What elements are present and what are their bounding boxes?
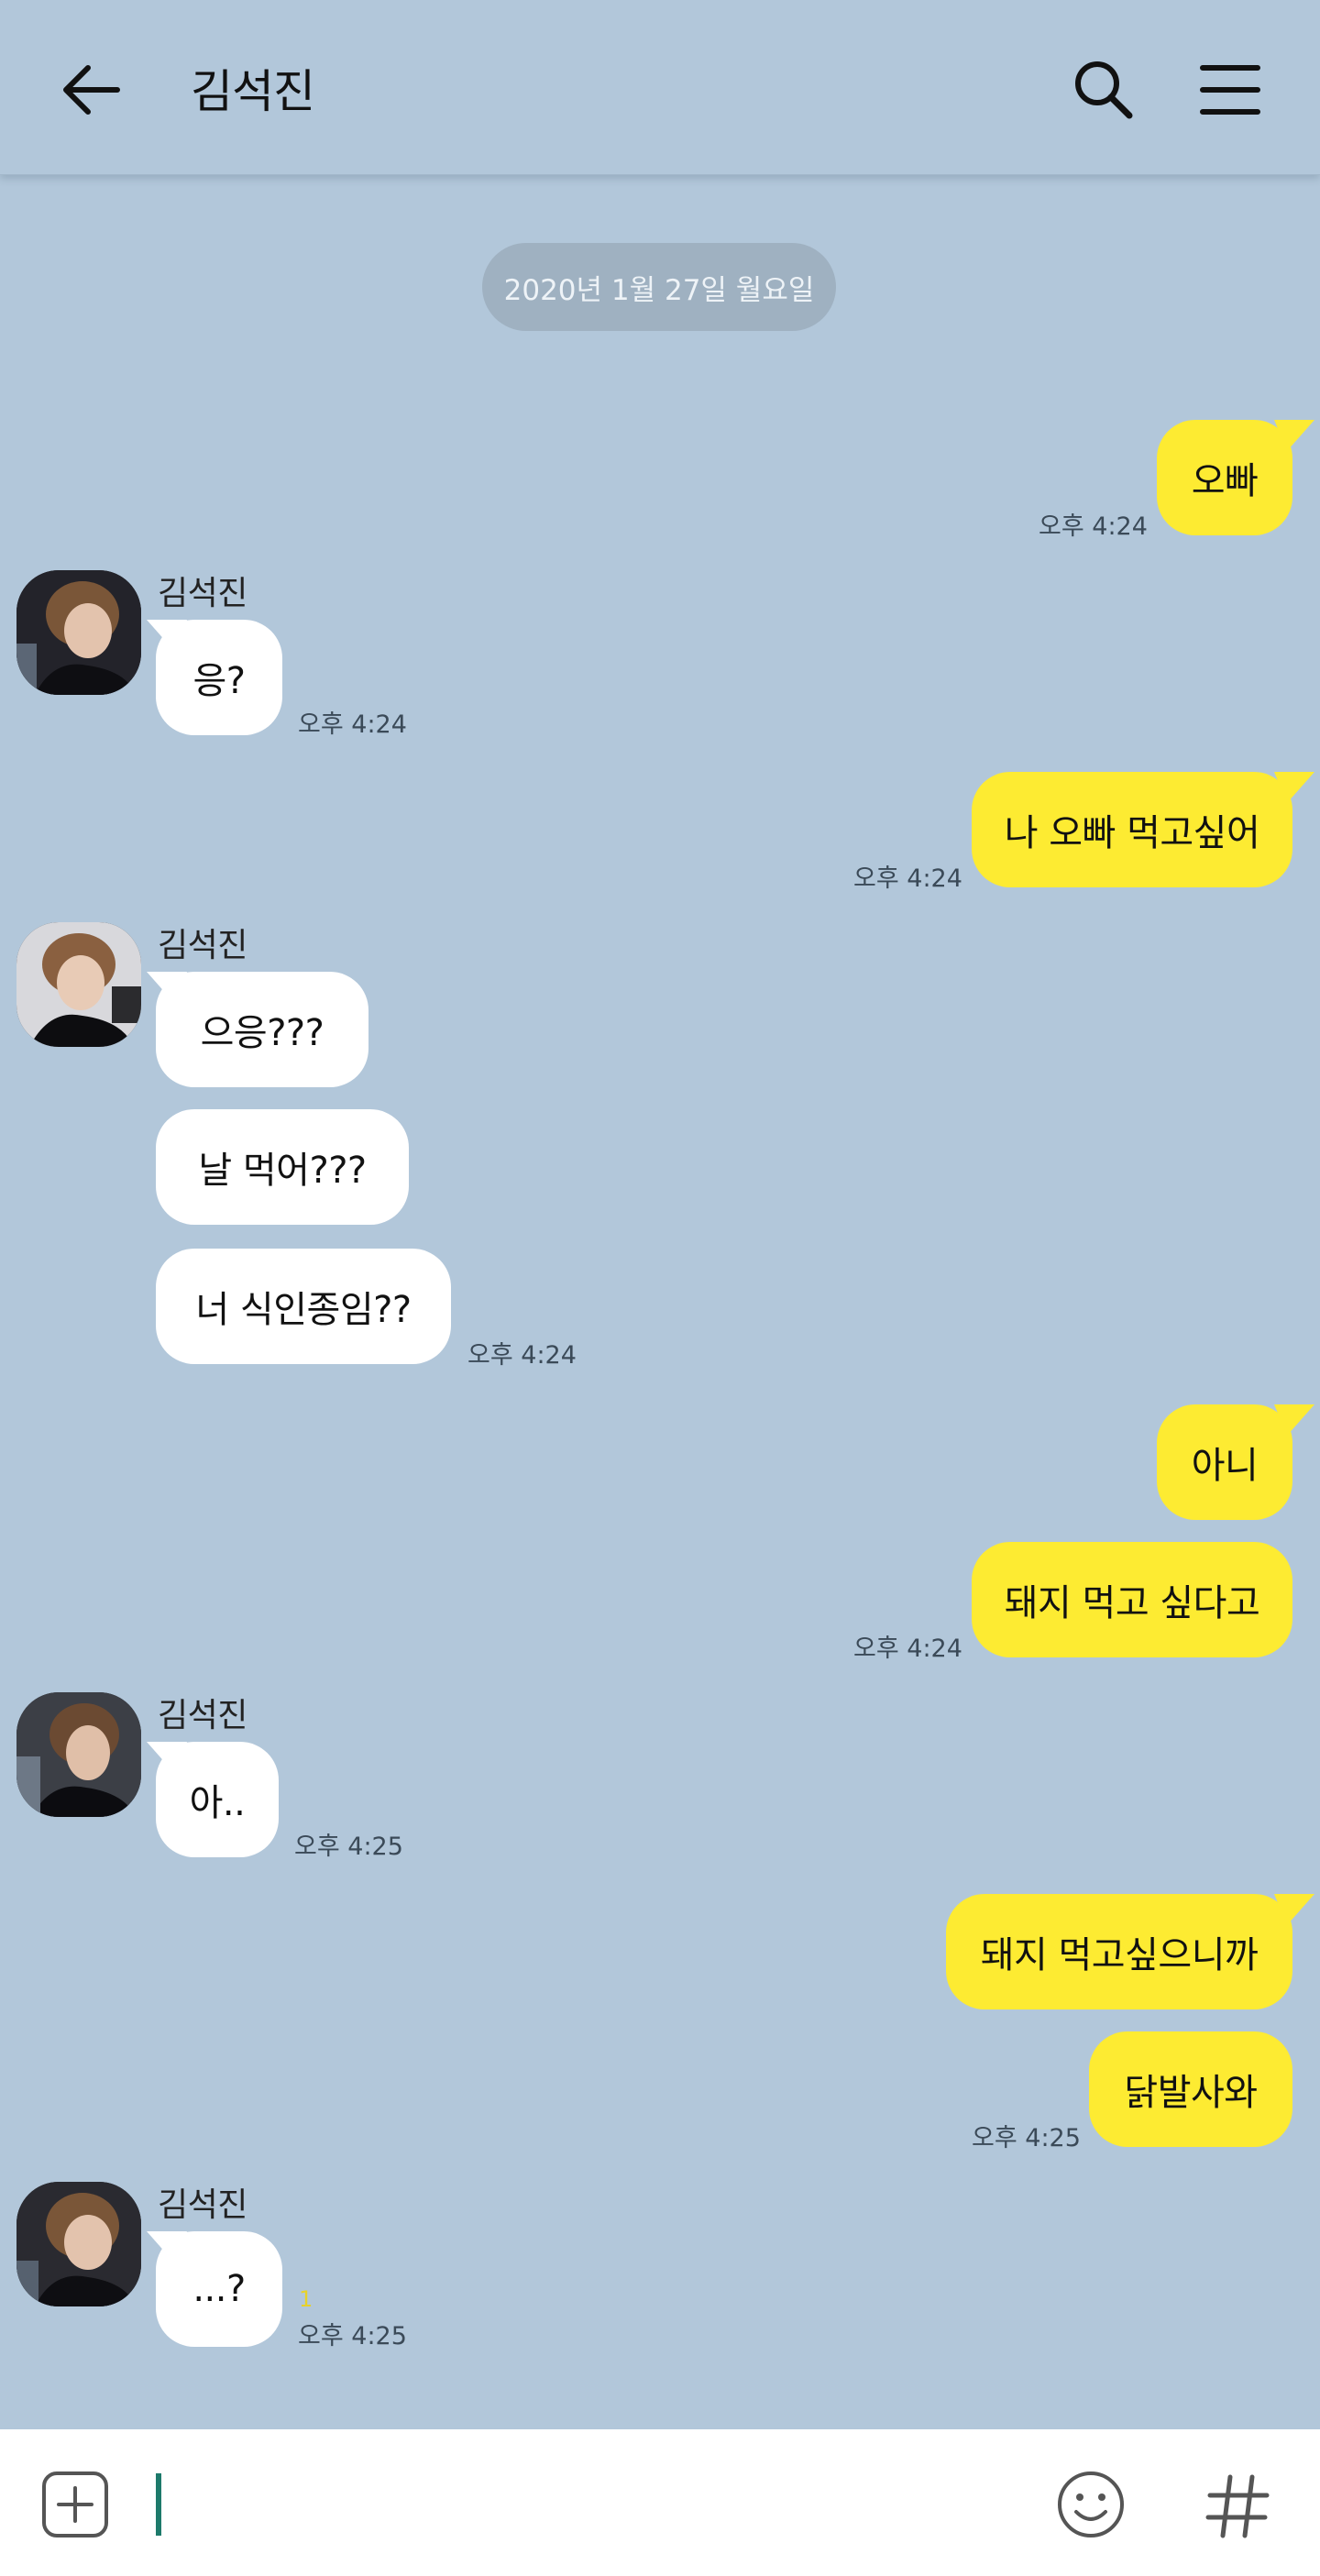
bubble-tail	[1274, 772, 1314, 803]
sender-name: 김석진	[158, 927, 248, 964]
their-message-bubble[interactable]: 응?	[156, 620, 282, 735]
message-time: 오후 4:24	[853, 864, 962, 893]
plus-square-icon	[42, 2471, 108, 2537]
message-time: 오후 4:24	[853, 1635, 962, 1663]
message-text: ...?	[192, 2268, 246, 2310]
contact-avatar[interactable]	[16, 570, 141, 695]
smiley-icon	[1058, 2471, 1124, 2537]
menu-button[interactable]	[1194, 53, 1267, 127]
avatar-photo	[16, 570, 141, 695]
sender-name: 김석진	[158, 575, 248, 612]
message-text: 오빠	[1191, 460, 1259, 502]
my-message-bubble[interactable]: 돼지 먹고 싶다고	[972, 1542, 1292, 1657]
avatar-photo	[16, 1692, 141, 1817]
their-message-bubble[interactable]: 날 먹어???	[156, 1109, 409, 1225]
message-text: 나 오빠 먹고싶어	[1004, 812, 1260, 854]
sender-name: 김석진	[158, 1697, 248, 1734]
unread-count: 1	[299, 2286, 314, 2312]
my-message-bubble[interactable]: 오빠	[1157, 420, 1292, 535]
message-input-bar	[0, 2429, 1320, 2576]
message-time: 오후 4:25	[294, 1833, 403, 1861]
chat-header: 김석진	[0, 0, 1320, 175]
my-message-bubble[interactable]: 돼지 먹고싶으니까	[946, 1894, 1292, 2009]
message-text: 너 식인종임??	[195, 1289, 412, 1331]
search-icon	[1075, 61, 1133, 119]
hash-icon	[1205, 2474, 1270, 2538]
their-message-bubble[interactable]: 으응???	[156, 972, 368, 1087]
message-text: 아..	[189, 1782, 246, 1824]
message-time: 오후 4:24	[468, 1341, 577, 1370]
message-text: 돼지 먹고 싶다고	[1004, 1582, 1260, 1624]
attach-button[interactable]	[40, 2470, 110, 2539]
their-message-bubble[interactable]: 너 식인종임??	[156, 1249, 451, 1364]
message-time: 오후 4:25	[972, 2124, 1081, 2152]
message-text: 으응???	[200, 1012, 324, 1054]
avatar-photo	[16, 922, 141, 1047]
bubble-tail	[1274, 1894, 1314, 1925]
sender-name: 김석진	[158, 2186, 248, 2224]
contact-avatar[interactable]	[16, 2182, 141, 2306]
message-text: 돼지 먹고싶으니까	[980, 1934, 1259, 1976]
hashtag-button[interactable]	[1201, 2470, 1274, 2543]
bubble-tail	[1274, 420, 1314, 451]
message-input-field[interactable]	[156, 2473, 161, 2536]
contact-avatar[interactable]	[16, 1692, 141, 1817]
my-message-bubble[interactable]: 닭발사와	[1089, 2031, 1292, 2147]
bubble-tail	[1274, 1404, 1314, 1436]
message-text: 날 먹어???	[198, 1150, 367, 1192]
my-message-bubble[interactable]: 아니	[1157, 1404, 1292, 1520]
message-text: 아니	[1191, 1445, 1259, 1487]
emoji-button[interactable]	[1054, 2468, 1128, 2541]
back-button[interactable]	[53, 53, 126, 127]
message-time: 오후 4:24	[298, 710, 407, 739]
contact-avatar[interactable]	[16, 922, 141, 1047]
message-time: 오후 4:24	[1039, 512, 1148, 541]
date-divider: 2020년 1월 27일 월요일	[482, 243, 836, 331]
avatar-photo	[16, 2182, 141, 2306]
search-button[interactable]	[1067, 53, 1140, 127]
message-text: 응?	[192, 660, 246, 702]
message-text: 닭발사와	[1124, 2072, 1258, 2114]
message-time: 오후 4:25	[298, 2322, 407, 2350]
their-message-bubble[interactable]: ...?	[156, 2231, 282, 2347]
arrow-left-icon	[63, 65, 120, 115]
chat-title: 김석진	[191, 65, 315, 118]
hamburger-menu-icon	[1200, 65, 1260, 115]
my-message-bubble[interactable]: 나 오빠 먹고싶어	[972, 772, 1292, 887]
their-message-bubble[interactable]: 아..	[156, 1742, 279, 1857]
